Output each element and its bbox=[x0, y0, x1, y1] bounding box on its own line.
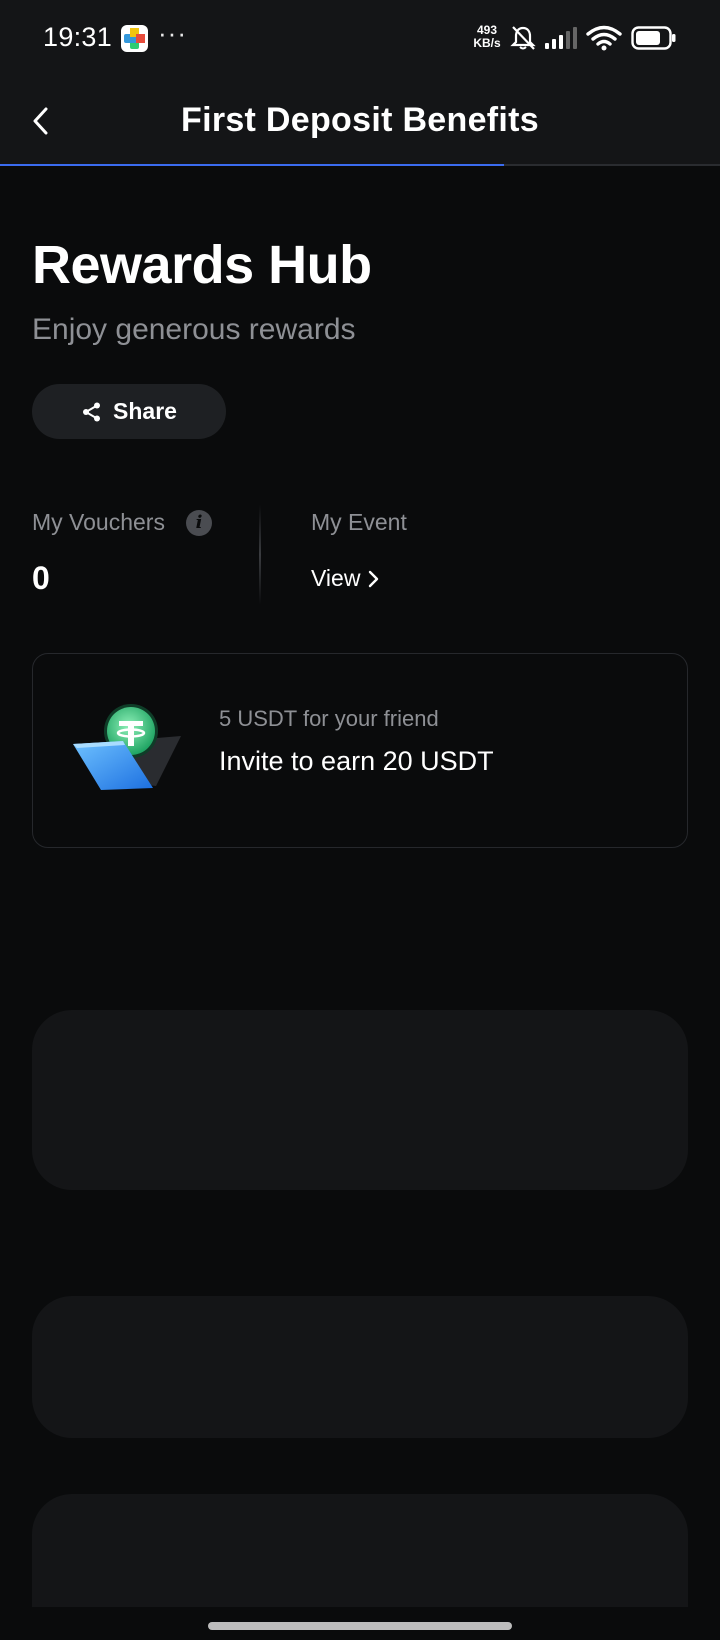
invite-card-title: Invite to earn 20 USDT bbox=[219, 746, 494, 776]
chevron-right-icon bbox=[369, 570, 379, 587]
page-progress-bar bbox=[0, 164, 720, 166]
invite-card-subtitle: 5 USDT for your friend bbox=[219, 706, 439, 731]
share-icon bbox=[83, 402, 101, 421]
info-icon[interactable]: i bbox=[186, 510, 212, 536]
loading-placeholder-card bbox=[32, 1010, 688, 1190]
share-label: Share bbox=[113, 398, 177, 424]
stats-divider bbox=[259, 505, 261, 605]
hub-title: Rewards Hub bbox=[32, 235, 372, 295]
page-progress-fill bbox=[0, 164, 504, 166]
nav-bar: First Deposit Benefits bbox=[0, 80, 720, 166]
hub-subtitle: Enjoy generous rewards bbox=[32, 313, 356, 346]
bell-muted-icon bbox=[510, 26, 536, 50]
home-indicator[interactable] bbox=[208, 1622, 512, 1630]
network-speed-unit: KB/s bbox=[473, 36, 501, 50]
cellular-signal-icon bbox=[545, 27, 577, 49]
network-speed: 493 KB/s bbox=[470, 24, 504, 50]
wifi-icon bbox=[586, 25, 622, 51]
app-notification-icon bbox=[121, 25, 148, 52]
share-button[interactable]: Share bbox=[32, 384, 226, 439]
my-vouchers-label: My Vouchers bbox=[32, 509, 165, 535]
invite-friend-card[interactable]: 5 USDT for your friend Invite to earn 20… bbox=[32, 653, 688, 848]
rewards-hub-screen: 19:31 ··· 493 KB/s First Deposit Benefit… bbox=[0, 0, 720, 1640]
loading-placeholder-card bbox=[32, 1296, 688, 1438]
usdt-coin-wallet-icon bbox=[73, 704, 181, 790]
my-event-label: My Event bbox=[311, 509, 407, 535]
page-title: First Deposit Benefits bbox=[181, 101, 539, 139]
my-event-view-link[interactable]: View bbox=[311, 565, 380, 592]
my-vouchers-count: 0 bbox=[32, 560, 50, 596]
more-notifications-icon: ··· bbox=[158, 18, 187, 48]
battery-icon bbox=[631, 26, 676, 50]
status-bar: 19:31 ··· 493 KB/s bbox=[0, 0, 720, 80]
status-time: 19:31 bbox=[43, 22, 113, 52]
my-event-view-label: View bbox=[311, 565, 361, 591]
